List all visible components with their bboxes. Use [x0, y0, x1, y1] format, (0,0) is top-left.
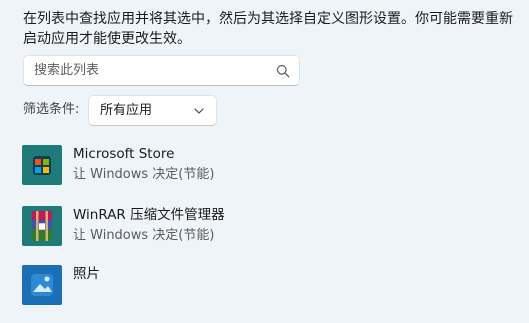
app-name: Microsoft Store	[73, 146, 175, 162]
filter-selected-value: 所有应用	[100, 103, 153, 118]
search-icon[interactable]	[276, 64, 290, 78]
filter-dropdown[interactable]: 所有应用	[88, 95, 217, 126]
app-item-photos[interactable]: 照片	[0, 265, 529, 323]
filter-label: 筛选条件:	[23, 102, 80, 117]
app-name: WinRAR 压缩文件管理器	[73, 207, 225, 223]
app-item-microsoft-store[interactable]: Microsoft Store 让 Windows 决定(节能)	[0, 145, 529, 203]
app-name: 照片	[73, 266, 100, 282]
search-box[interactable]	[23, 55, 300, 86]
app-item-winrar[interactable]: WinRAR 压缩文件管理器 让 Windows 决定(节能)	[0, 206, 529, 264]
app-graphics-setting: 让 Windows 决定(节能)	[73, 228, 215, 243]
instructions-text: 在列表中查找应用并将其选中，然后为其选择自定义图形设置。你可能需要重新启动应用才…	[23, 11, 513, 47]
search-input[interactable]	[34, 56, 274, 85]
app-graphics-setting: 让 Windows 决定(节能)	[73, 167, 215, 182]
chevron-down-icon	[194, 108, 204, 114]
photos-icon	[22, 265, 62, 305]
microsoft-store-icon	[22, 145, 62, 185]
winrar-icon	[22, 206, 62, 246]
